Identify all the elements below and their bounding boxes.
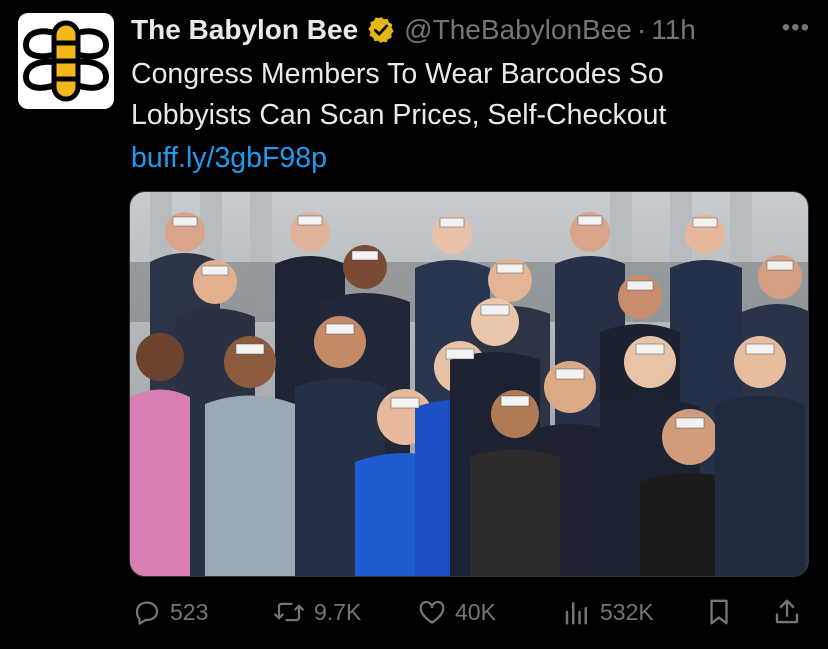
reply-count: 523 xyxy=(170,598,209,625)
tweet-link[interactable]: buff.ly/3gbF98p xyxy=(131,138,327,178)
like-icon xyxy=(419,600,445,624)
tweet-image[interactable] xyxy=(129,191,809,577)
author-avatar[interactable] xyxy=(18,13,114,109)
separator-dot: · xyxy=(636,14,647,45)
author-name[interactable]: The Babylon Bee xyxy=(131,14,358,46)
more-options-icon[interactable]: ••• xyxy=(782,14,810,42)
repost-icon xyxy=(274,602,304,622)
tweet-text: Congress Members To Wear Barcodes So Lob… xyxy=(131,58,667,131)
repost-button[interactable]: 9.7K xyxy=(272,590,361,634)
share-button[interactable] xyxy=(772,590,810,634)
bookmark-icon xyxy=(710,599,728,625)
bookmark-button[interactable] xyxy=(704,590,742,634)
reply-icon xyxy=(135,601,159,625)
repost-count: 9.7K xyxy=(314,598,362,625)
like-button[interactable]: 40K xyxy=(417,590,496,634)
views-button[interactable]: 532K xyxy=(562,590,654,634)
timestamp[interactable]: 11h xyxy=(651,14,696,46)
reply-button[interactable]: 523 xyxy=(132,590,208,634)
author-handle[interactable]: @TheBabylonBee xyxy=(404,14,632,46)
views-icon xyxy=(565,602,587,625)
view-count: 532K xyxy=(600,598,654,625)
action-bar: 523 9.7K 40K 532K xyxy=(0,590,828,634)
babylon-bee-logo-icon xyxy=(22,20,110,102)
like-count: 40K xyxy=(455,598,496,625)
share-icon xyxy=(775,599,799,624)
verified-badge-icon[interactable] xyxy=(366,15,396,45)
tweet-header: The Babylon Bee @TheBabylonBee · 11h xyxy=(131,10,696,50)
